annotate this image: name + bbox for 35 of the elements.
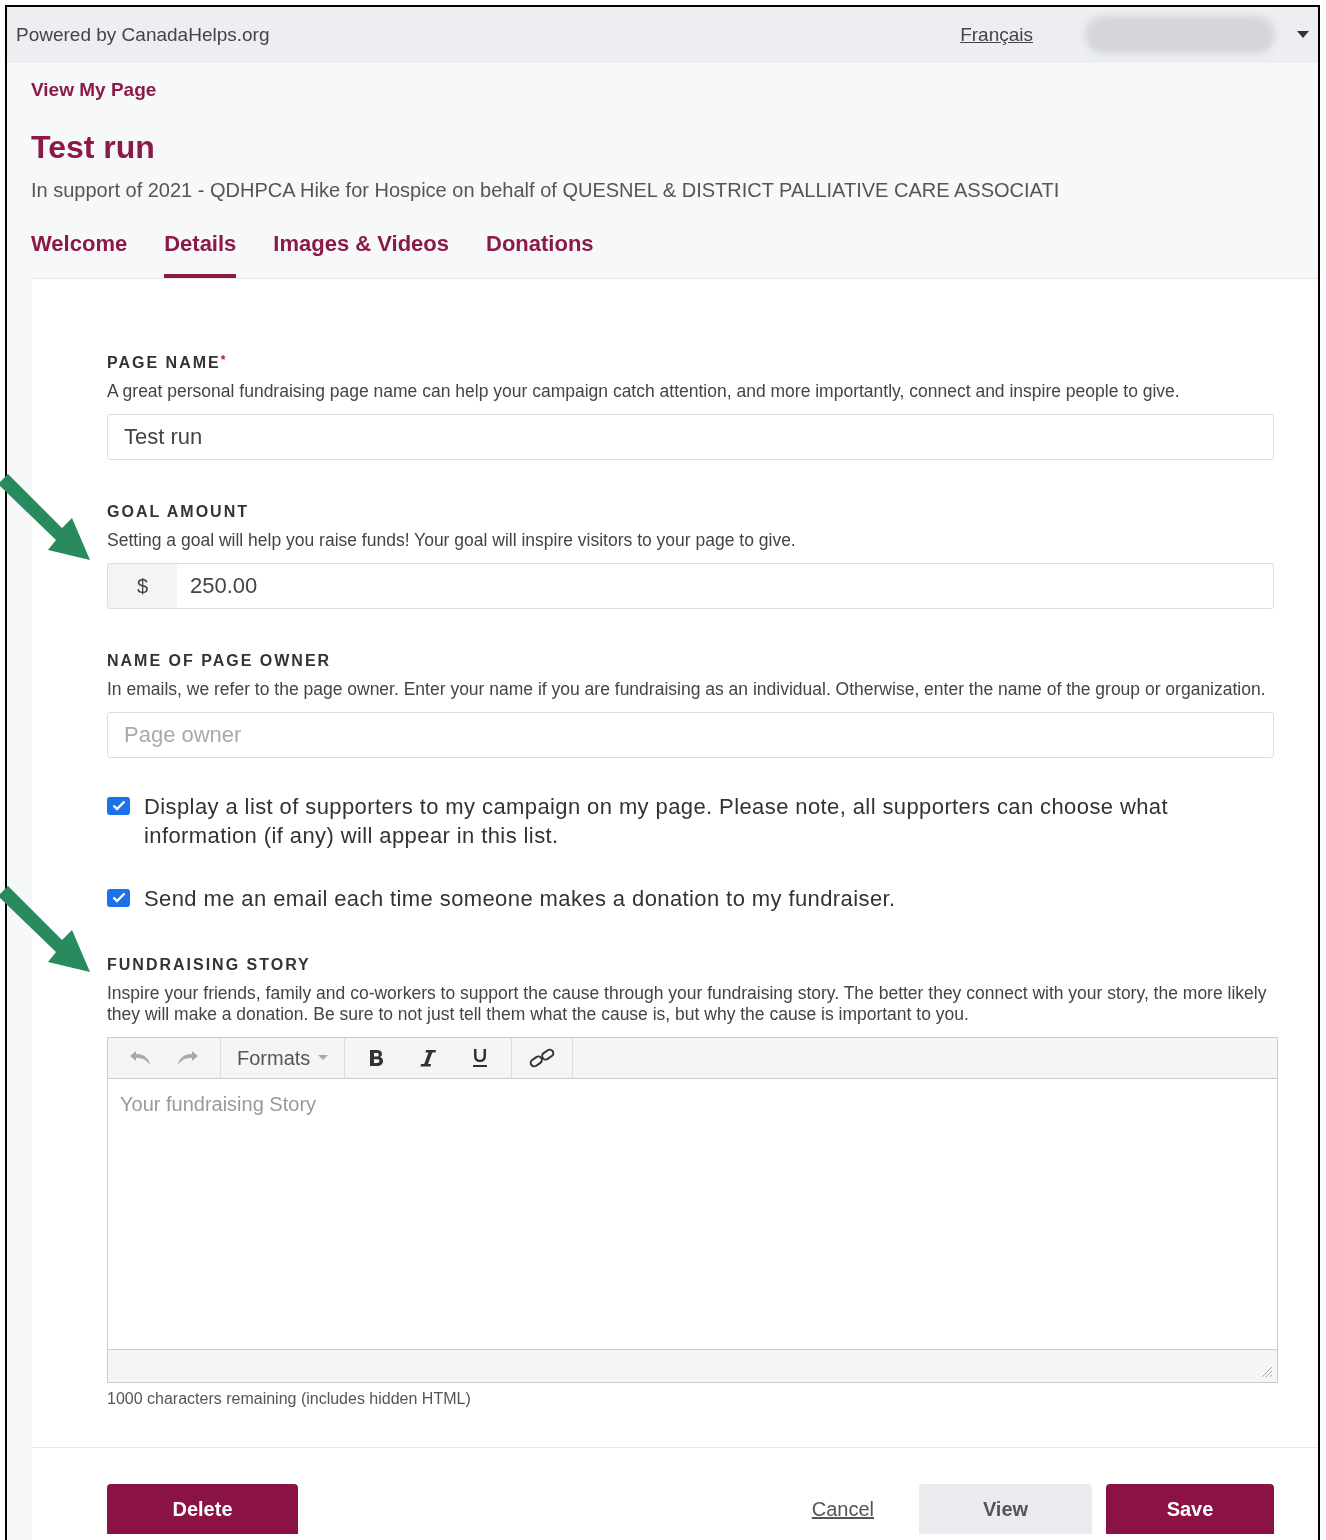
link-icon[interactable] bbox=[528, 1046, 557, 1069]
story-text-area[interactable]: Your fundraising Story bbox=[107, 1078, 1278, 1349]
field-label: PAGE NAME* bbox=[107, 351, 229, 373]
delete-button[interactable]: Delete bbox=[107, 1483, 298, 1534]
powered-by-text: Powered by CanadaHelps.org bbox=[16, 22, 270, 47]
dropdown-caret-icon[interactable] bbox=[1297, 31, 1309, 39]
page-title: Test run bbox=[31, 130, 156, 163]
cancel-link[interactable]: Cancel bbox=[811, 1483, 874, 1534]
language-link[interactable]: Français bbox=[960, 20, 1033, 50]
formats-dropdown[interactable]: Formats bbox=[221, 1037, 346, 1078]
help-text: Setting a goal will help you raise funds! Your goal will inspire visitors to your page to give. bbox=[107, 529, 797, 551]
field-label: FUNDRAISING STORY bbox=[107, 954, 312, 975]
help-text: In emails, we refer to the page owner. Enter your name if you are fundraising as an individual. Otherwise, enter the name of the group or organization. bbox=[107, 678, 1267, 700]
text-field[interactable]: Test run bbox=[107, 413, 1274, 460]
view-button[interactable]: View bbox=[919, 1483, 1092, 1534]
italic-icon[interactable] bbox=[419, 1048, 438, 1067]
checkbox[interactable] bbox=[107, 796, 130, 815]
page-subtitle: In support of 2021 - QDHPCA Hike for Hospice on behalf of QUESNEL & DISTRICT PALLIATIVE CARE ASSOCIATI bbox=[31, 177, 1061, 203]
resize-handle-icon[interactable] bbox=[1261, 1365, 1273, 1378]
checkbox-label: Display a list of supporters to my campaign on my page. Please note, all supporters can choose what information (if any) will appear in this list. bbox=[144, 792, 1169, 850]
checkbox-label: Send me an email each time someone makes a donation to my fundraiser. bbox=[144, 884, 896, 913]
character-counter: 1000 characters remaining (includes hidden HTML) bbox=[107, 1388, 472, 1409]
field-label: NAME OF PAGE OWNER bbox=[107, 650, 333, 671]
help-text: Inspire your friends, family and co-workers to support the cause through your fundraising story. The better they connect with your story, the more likely they will make a donation. Be sure to not just tell them what the cause is, but why the cause is important to you. bbox=[107, 982, 1268, 1025]
underline-icon[interactable] bbox=[471, 1047, 490, 1068]
checkbox[interactable] bbox=[107, 888, 130, 907]
field-label: GOAL AMOUNT bbox=[107, 501, 250, 522]
tab[interactable]: Welcome bbox=[31, 226, 128, 278]
bold-icon[interactable] bbox=[367, 1048, 386, 1067]
help-text: A great personal fundraising page name can help your campaign catch attention, and more importantly, connect and inspire people to give. bbox=[107, 380, 1181, 402]
view-my-page-link[interactable]: View My Page bbox=[31, 76, 1318, 105]
tab[interactable]: Donations bbox=[486, 226, 594, 278]
tab[interactable]: Images & Videos bbox=[273, 226, 449, 278]
save-button[interactable]: Save bbox=[1106, 1483, 1274, 1534]
text-field[interactable]: Page owner bbox=[107, 711, 1274, 758]
